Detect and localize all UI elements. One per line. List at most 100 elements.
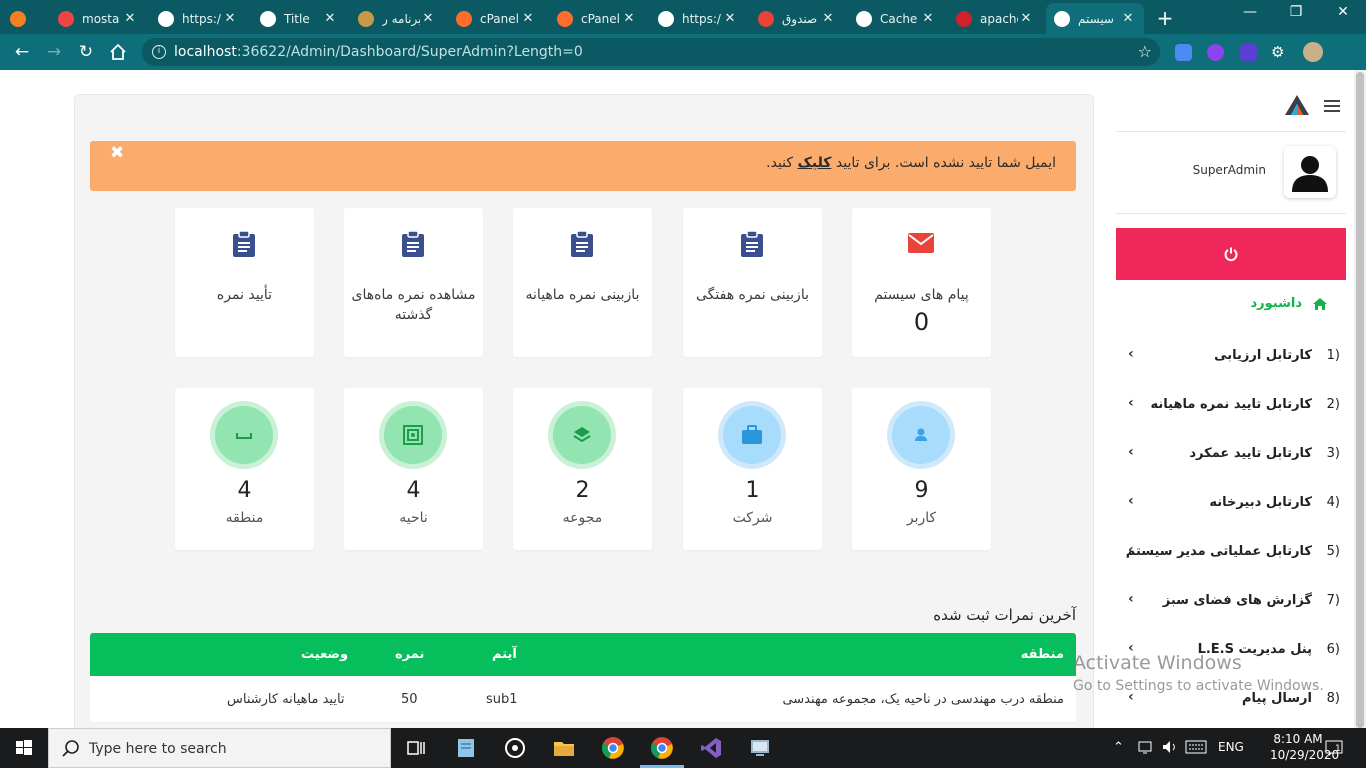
stat-value: 9 — [914, 478, 929, 503]
browser-tab[interactable]: Title ✕ — [252, 3, 346, 34]
browser-tab[interactable] — [2, 3, 46, 34]
menu-item-label: ارسال پیام — [1241, 691, 1312, 706]
site-info-icon[interactable]: i — [152, 45, 166, 59]
reload-icon[interactable]: ↻ — [74, 40, 98, 64]
stat-card[interactable]: 4 منطقه — [175, 388, 314, 550]
taskbar-search[interactable]: Type here to search — [48, 728, 391, 768]
profile-avatar[interactable] — [1303, 42, 1323, 62]
chevron-icon: ‹ — [1128, 346, 1134, 362]
sidebar-menu-item[interactable]: 7) گزارش های فضای سبز ‹ — [1128, 589, 1340, 613]
dashboard-tile[interactable]: بازبینی نمره ماهیانه — [513, 208, 652, 357]
browser-tab[interactable]: https:/✕ — [650, 3, 746, 34]
tab-close-icon[interactable]: ✕ — [322, 11, 338, 26]
sidebar-menu-item[interactable]: 4) کارتابل دبیرخانه ‹ — [1128, 491, 1340, 515]
header-score[interactable]: نمره — [395, 633, 424, 676]
new-tab-button[interactable]: + — [1155, 6, 1175, 30]
table-row[interactable]: منطقه درب مهندسی در ناحیه یک، مجموعه مهن… — [90, 676, 1076, 723]
power-icon — [1224, 247, 1238, 262]
browser-tab[interactable]: cPanel ✕ — [448, 3, 544, 34]
header-item[interactable]: آیتم — [492, 633, 517, 676]
browser-tab[interactable]: سیستم ✕ — [1046, 3, 1144, 34]
minimize-button[interactable]: — — [1240, 4, 1260, 20]
browser-tab[interactable]: صندوق ✕ — [750, 3, 844, 34]
language-indicator[interactable]: ENG — [1218, 740, 1244, 754]
chrome-icon[interactable] — [601, 736, 625, 760]
notification-count: 1 — [1335, 744, 1341, 754]
visual-studio-icon[interactable] — [699, 736, 723, 760]
show-hidden-icons[interactable]: ⌃ — [1113, 740, 1124, 755]
cpanel-icon — [557, 10, 573, 27]
maximize-button[interactable]: ❐ — [1286, 4, 1306, 20]
clock-date: 10/29/2020 — [1270, 748, 1340, 762]
notification-center-icon[interactable]: 1 — [1325, 739, 1343, 760]
network-icon[interactable] — [1137, 738, 1155, 759]
gmail-icon — [758, 10, 774, 27]
header-region[interactable]: منطقه — [1021, 633, 1064, 676]
tab-close-icon[interactable]: ✕ — [1120, 11, 1136, 26]
sidebar-menu-item[interactable]: 6) پنل مدیریت L.E.S ‹ — [1128, 638, 1340, 662]
browser-tab[interactable]: https:/✕ — [150, 3, 246, 34]
address-bar[interactable]: i localhost:36622/Admin/Dashboard/SuperA… — [142, 38, 1160, 66]
close-window-button[interactable]: ✕ — [1333, 4, 1353, 20]
forward-icon[interactable]: → — [42, 40, 66, 64]
header-status[interactable]: وضعیت — [301, 633, 348, 676]
globe-icon — [658, 10, 674, 27]
tab-close-icon[interactable]: ✕ — [122, 11, 138, 26]
file-explorer-icon[interactable] — [552, 736, 576, 760]
user-avatar[interactable] — [1284, 146, 1336, 198]
alert-close-icon[interactable]: ✖ — [110, 143, 124, 163]
back-icon[interactable]: ← — [10, 40, 34, 64]
chrome-profile-icon[interactable] — [650, 736, 674, 760]
sidebar-item-label: داشبورد — [1250, 296, 1302, 311]
sidebar-menu-item[interactable]: 2) کارتابل تایید نمره ماهیانه ‹ — [1128, 393, 1340, 417]
volume-icon[interactable] — [1161, 738, 1179, 759]
sidebar-menu-item[interactable]: 1) کارتابل ارزیابی ‹ — [1128, 344, 1340, 368]
translate-extension-icon[interactable] — [1175, 44, 1192, 61]
stat-card[interactable]: 2 مجوعه — [513, 388, 652, 550]
task-view-icon[interactable] — [404, 736, 428, 760]
sidebar-item-dashboard[interactable]: داشبورد — [1250, 296, 1328, 311]
dashboard-tile[interactable]: بازبینی نمره هفتگی — [683, 208, 822, 357]
tab-close-icon[interactable]: ✕ — [520, 11, 536, 26]
sidebar-menu-item[interactable]: 5) کارتابل عملیاتی مدیر سیستم ‹ — [1126, 540, 1340, 564]
stat-icon-circle — [210, 401, 278, 469]
tab-close-icon[interactable]: ✕ — [920, 11, 936, 26]
browser-tab[interactable]: cPanel ✕ — [549, 3, 645, 34]
browser-tab[interactable]: apache✕ — [948, 3, 1042, 34]
remote-desktop-icon[interactable] — [748, 736, 772, 760]
tab-close-icon[interactable]: ✕ — [722, 11, 738, 26]
page-scrollbar[interactable] — [1354, 70, 1366, 728]
notepad-app-icon[interactable] — [454, 736, 478, 760]
dashboard-tile[interactable]: تأیید نمره — [175, 208, 314, 357]
start-button[interactable] — [0, 728, 48, 768]
bookmark-star-icon[interactable]: ☆ — [1138, 38, 1152, 66]
browser-tab[interactable]: برنامه ر ✕ — [350, 3, 444, 34]
stat-card[interactable]: 1 شرکت — [683, 388, 822, 550]
dashboard-tile[interactable]: پیام های سیستم 0 — [852, 208, 991, 357]
extension-icon[interactable] — [1207, 44, 1224, 61]
puzzle-icon[interactable]: ⚙ — [1271, 44, 1288, 61]
stat-card[interactable]: 9 کاربر — [852, 388, 991, 550]
system-clock[interactable]: 8:10 AM 10/29/2020 — [1270, 731, 1340, 763]
logout-button[interactable] — [1116, 228, 1346, 280]
sidebar-menu-item[interactable]: 3) کارتابل تایید عمکرد ‹ — [1128, 442, 1340, 466]
verify-link[interactable]: کلیک — [798, 155, 832, 171]
sidebar-menu-item[interactable]: 8) ارسال پیام ‹ — [1128, 687, 1340, 711]
stat-card[interactable]: 4 ناحیه — [344, 388, 483, 550]
media-app-icon[interactable] — [503, 736, 527, 760]
tab-close-icon[interactable]: ✕ — [621, 11, 637, 26]
extension-badge-icon[interactable] — [1240, 44, 1257, 61]
tab-close-icon[interactable]: ✕ — [420, 11, 436, 26]
hamburger-menu-icon[interactable] — [1324, 100, 1340, 112]
browser-tab[interactable]: mosta ✕ — [50, 3, 146, 34]
tab-close-icon[interactable]: ✕ — [1018, 11, 1034, 26]
dashboard-tile[interactable]: مشاهده نمره ماه‌های گذشته — [344, 208, 483, 357]
stat-value: 2 — [575, 478, 590, 503]
tab-close-icon[interactable]: ✕ — [222, 11, 238, 26]
browser-tab[interactable]: Cache ✕ — [848, 3, 944, 34]
keyboard-icon[interactable] — [1185, 739, 1207, 758]
menu-item-number: 7) — [1326, 593, 1340, 608]
home-icon[interactable] — [106, 40, 130, 64]
tab-close-icon[interactable]: ✕ — [820, 11, 836, 26]
username: SuperAdmin — [1192, 163, 1266, 177]
